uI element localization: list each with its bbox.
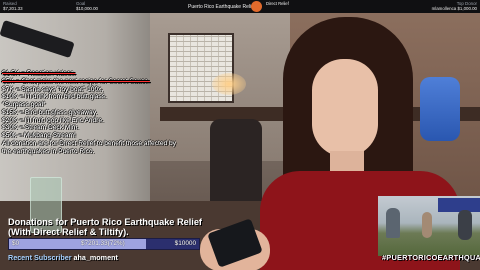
relief-person (422, 212, 432, 238)
donation-progress-fill (9, 239, 146, 249)
goal-item: $1.5K = Reaction videos. (2, 70, 76, 77)
donation-progress-bar: $0 $7201.33(72%) $10000 (8, 238, 200, 250)
goal-item: All donation are for Direct Relief to be… (2, 139, 176, 147)
goal-value: $10,000.00 (76, 6, 98, 11)
goal-item: the earthquakes in Puerto Rico. (2, 147, 95, 155)
top-donor-stat: Top Donor mlamollenca $1,000.00 (432, 1, 477, 11)
partner-logo-label: Direct Relief (266, 1, 289, 6)
top-bar: Raised $7,201.33 Goal $10,000.00 Puerto … (0, 0, 480, 13)
goal-item: $10K = I'll drink from bird butt glass. (2, 93, 107, 101)
campaign-title: Puerto Rico Earthquake Relief (188, 4, 256, 10)
relief-person (458, 210, 472, 240)
top-donor-value: mlamollenca $1,000.00 (431, 6, 477, 11)
donation-title: Donations for Puerto Rico Earthquake Rel… (8, 217, 202, 237)
recent-subscriber: Recent Subscriber aha_moment (8, 253, 118, 262)
bar-max-label: $10000 (174, 240, 196, 247)
direct-relief-logo-icon (251, 1, 262, 12)
goal-item: *Surpass goal* (2, 101, 46, 108)
relief-person (386, 208, 400, 238)
raised-value: $7,201.33 (3, 6, 23, 11)
streamer-face (312, 59, 378, 157)
goal-item: $30K = Stream Deck Mini. (2, 124, 79, 132)
goal-item: $15K = Bird butt glass giveaway. (2, 108, 98, 116)
goal-item: $5K = Chat picks the next recipe for Sec… (2, 77, 150, 85)
raised-stat: Raised $7,201.33 (3, 1, 23, 11)
hashtag-banner: #PUERTORICOEARTHQUAKES (382, 253, 480, 262)
relief-tent (438, 198, 480, 212)
bar-min-label: $0 (12, 240, 20, 247)
recent-subscriber-label: Recent Subscriber (8, 253, 72, 262)
goal-item: $50k = Mukbang Stream! (2, 132, 76, 139)
blue-robot-figure (420, 77, 460, 141)
goal-stat: Goal $10,000.00 (76, 1, 98, 11)
recent-subscriber-name: aha_moment (73, 253, 118, 262)
donation-goals-list: $1.5K = Reaction videos. $5K = Chat picks… (2, 70, 302, 155)
bar-current-label: $7201.33(72%) (81, 240, 125, 247)
earthquake-photo-inset (378, 196, 480, 256)
